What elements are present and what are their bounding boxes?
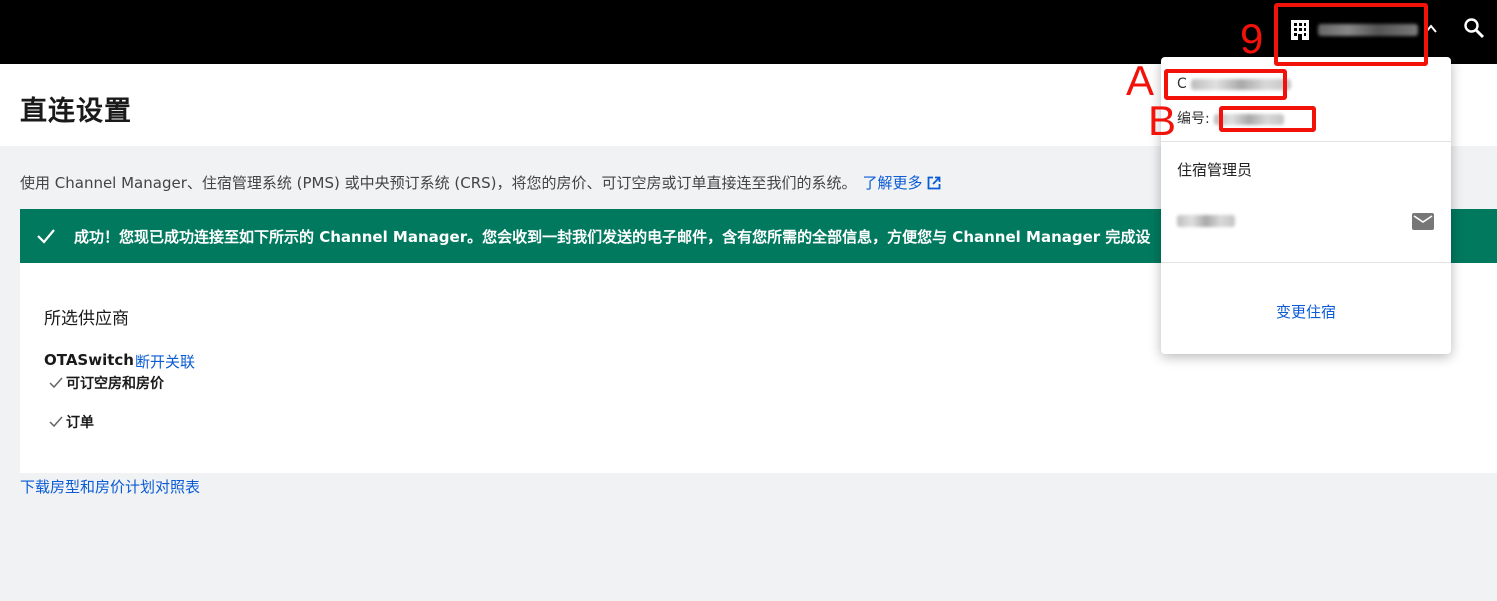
annotation-label-a: A	[1126, 57, 1155, 104]
section-title: 所选供应商	[44, 309, 129, 329]
feature-label: 订单	[66, 415, 94, 431]
change-property-link[interactable]: 变更住宿	[1161, 301, 1451, 322]
annotation-box-b	[1219, 106, 1316, 132]
check-icon	[37, 229, 55, 244]
provider-name: OTASwitch	[44, 351, 134, 369]
feature-item: 可订空房和房价	[48, 373, 164, 393]
check-icon	[49, 416, 63, 428]
annotation-box-a	[1164, 69, 1287, 100]
learn-more-link[interactable]: 了解更多	[863, 174, 941, 192]
annotation-label-9: 9	[1240, 15, 1264, 62]
annotation-label-b: B	[1148, 97, 1177, 144]
page-title: 直连设置	[20, 96, 132, 127]
divider	[1161, 262, 1451, 263]
top-bar	[0, 0, 1497, 64]
annotation-box-9	[1274, 3, 1428, 66]
search-icon[interactable]	[1463, 17, 1485, 39]
success-message: 成功！您现已成功连接至如下所示的 Channel Manager。您会收到一封我…	[74, 227, 1151, 246]
account-dropdown: C 编号: 住宿管理员 变更住宿	[1161, 57, 1451, 354]
download-mapping-link[interactable]: 下载房型和房价计划对照表	[20, 476, 200, 497]
user-role: 住宿管理员	[1177, 161, 1253, 179]
feature-item: 订单	[48, 412, 94, 432]
disconnect-link[interactable]: 断开关联	[135, 351, 195, 372]
divider	[1161, 141, 1451, 142]
mail-icon[interactable]	[1412, 213, 1434, 230]
learn-more-label: 了解更多	[862, 174, 923, 192]
feature-label: 可订空房和房价	[66, 376, 164, 392]
page-description: 使用 Channel Manager、住宿管理系统 (PMS) 或中央预订系统 …	[20, 172, 941, 193]
check-icon	[49, 377, 63, 389]
external-link-icon	[927, 176, 940, 190]
property-id-label: 编号:	[1177, 111, 1210, 127]
user-name-redacted	[1177, 215, 1235, 227]
description-text: 使用 Channel Manager、住宿管理系统 (PMS) 或中央预订系统 …	[20, 174, 857, 192]
